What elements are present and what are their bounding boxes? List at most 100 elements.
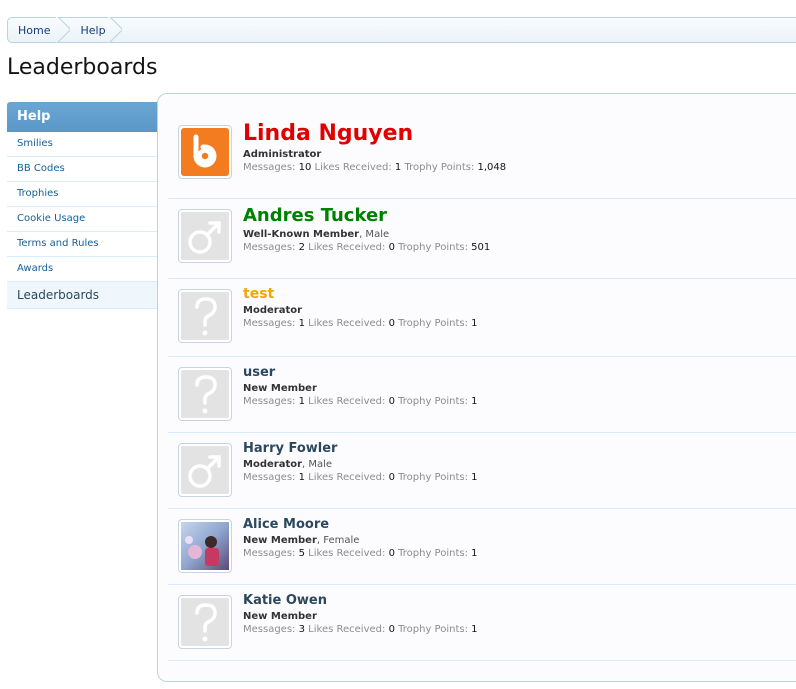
- sidebar-item-cookie-usage[interactable]: Cookie Usage: [7, 207, 157, 232]
- stat-label-messages: Messages:: [243, 318, 296, 329]
- stat-label-messages: Messages:: [243, 242, 296, 253]
- member-stats: Messages: 10 Likes Received: 1 Trophy Po…: [243, 162, 506, 173]
- sidebar: Help Smilies BB Codes Trophies Cookie Us…: [7, 102, 157, 309]
- stat-label-messages: Messages:: [243, 548, 296, 559]
- member-list: Linda Nguyen Administrator Messages: 10 Li…: [168, 119, 796, 661]
- stat-messages-value[interactable]: 1: [299, 318, 305, 329]
- member-title: New Member: [243, 383, 478, 394]
- stat-label-trophy: Trophy Points:: [398, 548, 468, 559]
- member-name-link[interactable]: Katie Owen: [243, 593, 478, 608]
- sidebar-item-leaderboards[interactable]: Leaderboards: [7, 282, 157, 309]
- stat-label-likes: Likes Received:: [308, 472, 386, 483]
- member-name-link[interactable]: Harry Fowler: [243, 441, 478, 456]
- sidebar-item-smilies[interactable]: Smilies: [7, 132, 157, 157]
- stat-likes-value[interactable]: 1: [395, 162, 401, 173]
- avatar-image: [181, 370, 229, 418]
- sidebar-header[interactable]: Help: [7, 102, 157, 132]
- member-info: Harry Fowler Moderator, Male Messages: 1 L…: [243, 441, 478, 483]
- member-stats: Messages: 1 Likes Received: 0 Trophy Poi…: [243, 396, 478, 407]
- stat-likes-value[interactable]: 0: [389, 548, 395, 559]
- sidebar-item-terms-and-rules[interactable]: Terms and Rules: [7, 232, 157, 257]
- member-title: New Member: [243, 611, 478, 622]
- stat-trophy-value[interactable]: 1: [471, 624, 477, 635]
- member-row: test Moderator Messages: 1 Likes Received:…: [168, 279, 796, 357]
- user-title: New Member: [243, 383, 317, 394]
- avatar-image: [181, 446, 229, 494]
- avatar-image: [181, 522, 229, 570]
- question-mark-icon[interactable]: [178, 595, 232, 649]
- stat-label-likes: Likes Received:: [308, 318, 386, 329]
- stat-messages-value[interactable]: 1: [299, 472, 305, 483]
- b-logo-icon[interactable]: [178, 125, 232, 179]
- stat-messages-value[interactable]: 3: [299, 624, 305, 635]
- male-symbol-icon[interactable]: [178, 443, 232, 497]
- stat-messages-value[interactable]: 10: [299, 162, 312, 173]
- stat-label-likes: Likes Received:: [308, 242, 386, 253]
- member-title: Well-Known Member, Male: [243, 229, 490, 240]
- breadcrumb: Home Help: [7, 17, 796, 43]
- member-info: user New Member Messages: 1 Likes Received…: [243, 365, 478, 407]
- member-stats: Messages: 1 Likes Received: 0 Trophy Poi…: [243, 472, 478, 483]
- member-info: Katie Owen New Member Messages: 3 Likes Re…: [243, 593, 478, 635]
- member-info: Linda Nguyen Administrator Messages: 10 Li…: [243, 121, 506, 173]
- stat-label-trophy: Trophy Points:: [398, 396, 468, 407]
- leaderboard-panel: Linda Nguyen Administrator Messages: 10 Li…: [157, 93, 796, 682]
- stat-label-messages: Messages:: [243, 624, 296, 635]
- avatar-image: [181, 598, 229, 646]
- member-title: Administrator: [243, 149, 506, 160]
- stat-label-likes: Likes Received:: [308, 624, 386, 635]
- stat-trophy-value[interactable]: 1: [471, 318, 477, 329]
- member-gender: , Male: [359, 229, 390, 240]
- sidebar-item-bb-codes[interactable]: BB Codes: [7, 157, 157, 182]
- sidebar-item-trophies[interactable]: Trophies: [7, 182, 157, 207]
- stat-label-likes: Likes Received:: [308, 396, 386, 407]
- stat-likes-value[interactable]: 0: [389, 624, 395, 635]
- stat-trophy-value[interactable]: 1: [471, 548, 477, 559]
- stat-trophy-value[interactable]: 1: [471, 472, 477, 483]
- user-title: Administrator: [243, 149, 322, 160]
- stat-label-trophy: Trophy Points:: [398, 318, 468, 329]
- member-stats: Messages: 3 Likes Received: 0 Trophy Poi…: [243, 624, 478, 635]
- stat-label-messages: Messages:: [243, 396, 296, 407]
- stat-likes-value[interactable]: 0: [389, 242, 395, 253]
- question-mark-icon[interactable]: [178, 367, 232, 421]
- stat-label-trophy: Trophy Points:: [398, 242, 468, 253]
- stat-label-trophy: Trophy Points:: [404, 162, 475, 173]
- member-gender: , Female: [316, 535, 360, 546]
- member-row: Andres Tucker Well-Known Member, Male Mess…: [168, 199, 796, 279]
- question-mark-icon[interactable]: [178, 289, 232, 343]
- stat-label-likes: Likes Received:: [308, 548, 386, 559]
- avatar-image: [181, 128, 229, 176]
- member-name-link[interactable]: Andres Tucker: [243, 205, 490, 226]
- member-row: user New Member Messages: 1 Likes Received…: [168, 357, 796, 433]
- stat-label-messages: Messages:: [243, 162, 296, 173]
- member-name-link[interactable]: user: [243, 365, 478, 380]
- stat-label-likes: Likes Received:: [314, 162, 392, 173]
- member-info: Andres Tucker Well-Known Member, Male Mess…: [243, 205, 490, 253]
- stat-trophy-value[interactable]: 1: [471, 396, 477, 407]
- avatar-image: [181, 292, 229, 340]
- stat-likes-value[interactable]: 0: [389, 396, 395, 407]
- stat-messages-value[interactable]: 5: [299, 548, 305, 559]
- member-stats: Messages: 1 Likes Received: 0 Trophy Poi…: [243, 318, 478, 329]
- sidebar-item-awards[interactable]: Awards: [7, 257, 157, 282]
- member-title: Moderator, Male: [243, 459, 478, 470]
- stat-likes-value[interactable]: 0: [389, 472, 395, 483]
- member-name-link[interactable]: Alice Moore: [243, 517, 478, 532]
- page-title: Leaderboards: [7, 55, 158, 80]
- male-symbol-icon[interactable]: [178, 209, 232, 263]
- avatar-image: [181, 212, 229, 260]
- stat-label-messages: Messages:: [243, 472, 296, 483]
- stat-messages-value[interactable]: 2: [299, 242, 305, 253]
- stat-messages-value[interactable]: 1: [299, 396, 305, 407]
- member-row: Katie Owen New Member Messages: 3 Likes Re…: [168, 585, 796, 661]
- stat-label-trophy: Trophy Points:: [398, 472, 468, 483]
- avatar[interactable]: [178, 519, 232, 573]
- member-name-link[interactable]: Linda Nguyen: [243, 121, 506, 146]
- stat-trophy-value[interactable]: 1,048: [478, 162, 507, 173]
- member-name-link[interactable]: test: [243, 286, 478, 302]
- stat-trophy-value[interactable]: 501: [471, 242, 490, 253]
- member-stats: Messages: 2 Likes Received: 0 Trophy Poi…: [243, 242, 490, 253]
- stat-likes-value[interactable]: 0: [389, 318, 395, 329]
- member-info: test Moderator Messages: 1 Likes Received:…: [243, 286, 478, 329]
